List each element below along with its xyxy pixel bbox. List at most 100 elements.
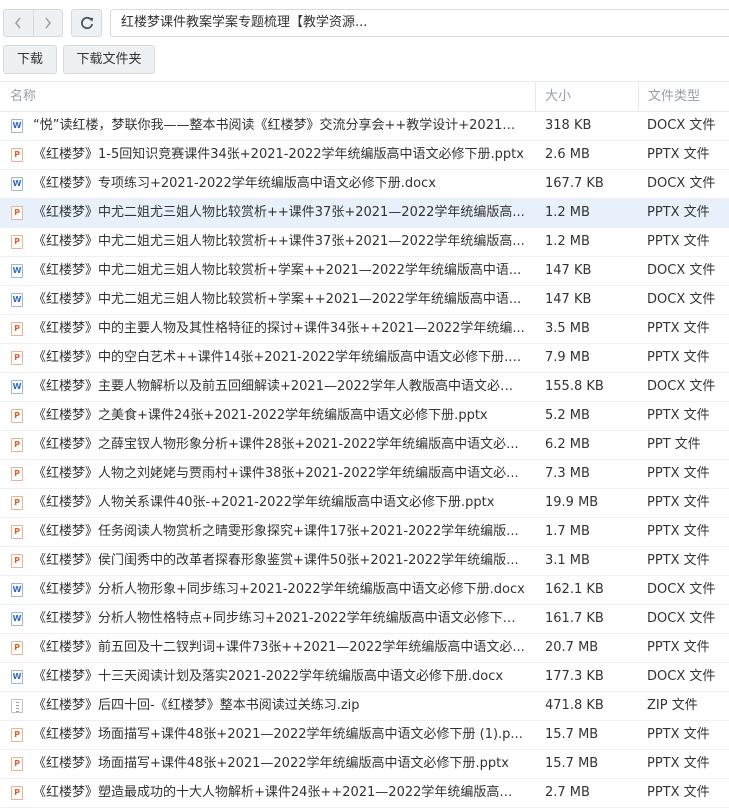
table-header: 名称 大小 文件类型 <box>0 81 729 112</box>
file-type: DOCX 文件 <box>647 582 716 597</box>
powerpoint-file-icon: P <box>11 554 23 568</box>
file-type: PPTX 文件 <box>647 553 710 568</box>
file-name: 《红楼梦》分析人物形象+同步练习+2021-2022学年统编版高中语文必修下册.… <box>33 582 525 597</box>
file-type: DOCX 文件 <box>647 263 716 278</box>
file-type: PPTX 文件 <box>647 408 710 423</box>
file-name: 《红楼梦》中的空白艺术++课件14张+2021-2022学年统编版高中语文必修下… <box>33 350 525 365</box>
file-name: 《红楼梦》人物关系课件40张-+2021-2022学年统编版高中语文必修下册.p… <box>33 495 495 510</box>
nav-button-group <box>3 9 63 37</box>
file-row[interactable]: W 《红楼梦》专项练习+2021-2022学年统编版高中语文必修下册.docx 16… <box>0 170 729 199</box>
file-row[interactable]: P 《红楼梦》中的空白艺术++课件14张+2021-2022学年统编版高中语文必修… <box>0 344 729 373</box>
powerpoint-file-icon: P <box>11 409 23 423</box>
back-button[interactable] <box>4 10 33 36</box>
word-file-icon: W <box>11 177 23 191</box>
file-row[interactable]: W “悦”读红楼，梦联你我——整本书阅读《红楼梦》交流分享会++教学设计+2021… <box>0 112 729 141</box>
file-row[interactable]: P 《红楼梦》之薛宝钗人物形象分析+课件28张+2021-2022学年统编版高中语… <box>0 431 729 460</box>
powerpoint-file-icon: P <box>11 438 23 452</box>
file-row[interactable]: P 《红楼梦》场面描写+课件48张+2021—2022学年统编版高中语文必修下册 … <box>0 721 729 750</box>
file-row[interactable]: P 《红楼梦》塑造最成功的十大人物解析+课件24张++2021—2022学年统编版… <box>0 779 729 808</box>
powerpoint-file-icon: P <box>11 757 23 771</box>
powerpoint-file-icon: P <box>11 728 23 742</box>
word-file-icon: W <box>11 583 23 597</box>
column-header-type[interactable]: 文件类型 <box>648 82 700 111</box>
file-name: 《红楼梦》人物之刘姥姥与贾雨村+课件38张+2021-2022学年统编版高中语文… <box>33 466 519 481</box>
file-size: 167.7 KB <box>545 176 604 191</box>
file-name: 《红楼梦》中尤二姐尤三姐人物比较赏析+学案++2021—2022学年统编版高中语… <box>33 292 522 307</box>
file-name: 《红楼梦》之美食+课件24张+2021-2022学年统编版高中语文必修下册.pp… <box>33 408 488 423</box>
file-row[interactable]: P 《红楼梦》中的主要人物及其性格特征的探讨+课件34张++2021—2022学年… <box>0 315 729 344</box>
file-row[interactable]: P 《红楼梦》人物关系课件40张-+2021-2022学年统编版高中语文必修下册.… <box>0 489 729 518</box>
powerpoint-file-icon: P <box>11 322 23 336</box>
forward-button[interactable] <box>32 10 63 36</box>
file-row[interactable]: W 《红楼梦》分析人物形象+同步练习+2021-2022学年统编版高中语文必修下册… <box>0 576 729 605</box>
file-row[interactable]: P 《红楼梦》1-5回知识竞赛课件34张+2021-2022学年统编版高中语文必修… <box>0 141 729 170</box>
file-list: W “悦”读红楼，梦联你我——整本书阅读《红楼梦》交流分享会++教学设计+2021… <box>0 112 729 808</box>
file-row[interactable]: P 《红楼梦》任务阅读人物赏析之晴雯形象探究+课件17张+2021-2022学年统… <box>0 518 729 547</box>
file-name: 《红楼梦》前五回及十二钗判词+课件73张++2021—2022学年统编版高中语文… <box>33 640 525 655</box>
file-type: PPTX 文件 <box>647 524 710 539</box>
file-size: 1.2 MB <box>545 205 590 220</box>
file-name: 《红楼梦》中尤二姐尤三姐人物比较赏析++课件37张+2021—2022学年统编版… <box>33 205 525 220</box>
file-size: 2.6 MB <box>545 147 590 162</box>
column-header-size[interactable]: 大小 <box>545 82 571 111</box>
file-row[interactable]: P 《红楼梦》人物之刘姥姥与贾雨村+课件38张+2021-2022学年统编版高中语… <box>0 460 729 489</box>
chevron-right-icon <box>45 17 51 29</box>
powerpoint-file-icon: P <box>11 235 23 249</box>
file-size: 19.9 MB <box>545 495 599 510</box>
chevron-left-icon <box>15 17 21 29</box>
file-type: PPTX 文件 <box>647 785 710 800</box>
file-size: 7.9 MB <box>545 350 590 365</box>
file-type: PPTX 文件 <box>647 466 710 481</box>
file-row[interactable]: P 《红楼梦》中尤二姐尤三姐人物比较赏析++课件37张+2021—2022学年统编… <box>0 228 729 257</box>
file-name: 《红楼梦》场面描写+课件48张+2021—2022学年统编版高中语文必修下册.p… <box>33 756 509 771</box>
file-row[interactable]: P 《红楼梦》侯门闺秀中的改革者探春形象鉴赏+课件50张+2021-2022学年统… <box>0 547 729 576</box>
download-button[interactable]: 下载 <box>3 45 57 74</box>
powerpoint-file-icon: P <box>11 148 23 162</box>
file-row[interactable]: P 《红楼梦》场面描写+课件48张+2021—2022学年统编版高中语文必修下册.… <box>0 750 729 779</box>
top-toolbar: 红楼梦课件教案学案专题梳理【教学资源... <box>0 0 729 42</box>
file-type: DOCX 文件 <box>647 669 716 684</box>
file-size: 147 KB <box>545 292 592 307</box>
file-size: 1.2 MB <box>545 234 590 249</box>
refresh-button[interactable] <box>71 9 102 37</box>
word-file-icon: W <box>11 380 23 394</box>
file-row[interactable]: W 《红楼梦》中尤二姐尤三姐人物比较赏析+学案++2021—2022学年统编版高中… <box>0 257 729 286</box>
file-type: PPTX 文件 <box>647 727 710 742</box>
file-row[interactable]: W 《红楼梦》中尤二姐尤三姐人物比较赏析+学案++2021—2022学年统编版高中… <box>0 286 729 315</box>
file-type: PPTX 文件 <box>647 321 710 336</box>
file-row[interactable]: P 《红楼梦》中尤二姐尤三姐人物比较赏析++课件37张+2021—2022学年统编… <box>0 199 729 228</box>
word-file-icon: W <box>11 293 23 307</box>
file-size: 2.7 MB <box>545 785 590 800</box>
file-type: DOCX 文件 <box>647 379 716 394</box>
powerpoint-file-icon: P <box>11 206 23 220</box>
file-type: DOCX 文件 <box>647 118 716 133</box>
file-row[interactable]: W 《红楼梦》分析人物性格特点+同步练习+2021-2022学年统编版高中语文必修… <box>0 605 729 634</box>
file-name: 《红楼梦》中尤二姐尤三姐人物比较赏析++课件37张+2021—2022学年统编版… <box>33 234 525 249</box>
file-size: 177.3 KB <box>545 669 604 684</box>
file-type: DOCX 文件 <box>647 292 716 307</box>
column-header-name[interactable]: 名称 <box>10 82 36 111</box>
refresh-icon <box>80 16 93 30</box>
file-name: 《红楼梦》之薛宝钗人物形象分析+课件28张+2021-2022学年统编版高中语文… <box>33 437 519 452</box>
file-size: 6.2 MB <box>545 437 590 452</box>
download-folder-button[interactable]: 下载文件夹 <box>63 45 155 74</box>
word-file-icon: W <box>11 119 23 133</box>
powerpoint-file-icon: P <box>11 467 23 481</box>
file-row[interactable]: 《红楼梦》后四十回-《红楼梦》整本书阅读过关练习.zip 471.8 KB ZIP … <box>0 692 729 721</box>
column-divider[interactable] <box>535 82 536 111</box>
column-divider[interactable] <box>638 82 639 111</box>
file-name: 《红楼梦》1-5回知识竞赛课件34张+2021-2022学年统编版高中语文必修下… <box>33 147 524 162</box>
file-row[interactable]: W 《红楼梦》主要人物解析以及前五回细解读+2021—2022学年人教版高中语文必… <box>0 373 729 402</box>
file-row[interactable]: P 《红楼梦》之美食+课件24张+2021-2022学年统编版高中语文必修下册.p… <box>0 402 729 431</box>
file-row[interactable]: W 《红楼梦》十三天阅读计划及落实2021-2022学年统编版高中语文必修下册.d… <box>0 663 729 692</box>
file-size: 1.7 MB <box>545 524 590 539</box>
file-row[interactable]: P 《红楼梦》前五回及十二钗判词+课件73张++2021—2022学年统编版高中语… <box>0 634 729 663</box>
file-type: PPTX 文件 <box>647 640 710 655</box>
file-name: 《红楼梦》侯门闺秀中的改革者探春形象鉴赏+课件50张+2021-2022学年统编… <box>33 553 519 568</box>
file-type: PPTX 文件 <box>647 350 710 365</box>
file-size: 162.1 KB <box>545 582 604 597</box>
file-size: 3.5 MB <box>545 321 590 336</box>
path-breadcrumb[interactable]: 红楼梦课件教案学案专题梳理【教学资源... <box>110 9 729 37</box>
file-size: 161.7 KB <box>545 611 604 626</box>
file-name: 《红楼梦》主要人物解析以及前五回细解读+2021—2022学年人教版高中语文必修… <box>33 379 525 394</box>
